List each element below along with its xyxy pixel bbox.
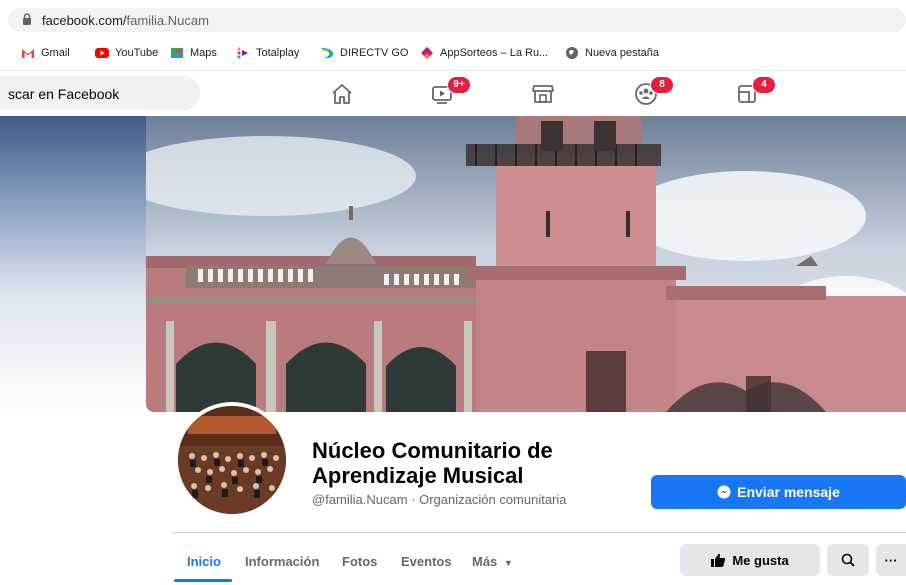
send-message-label: Enviar mensaje <box>737 484 840 500</box>
bookmark-maps[interactable]: Maps <box>170 45 217 61</box>
watch-badge: 9+ <box>447 76 471 94</box>
avatar[interactable] <box>178 406 286 514</box>
home-icon[interactable] <box>330 82 354 106</box>
bookmark-new-tab[interactable]: Nueva pestaña <box>565 45 659 61</box>
avatar-orchestra-image <box>178 406 286 514</box>
profile-divider <box>172 532 906 533</box>
page-subtitle: @familia.Nucam · Organización comunitari… <box>312 492 567 507</box>
url-path: familia.Nucam <box>126 13 209 28</box>
cover-photo[interactable] <box>146 116 906 412</box>
more-options-button[interactable]: ··· <box>876 544 906 576</box>
page-title-line1: Núcleo Comunitario de <box>312 438 553 463</box>
url-host: facebook.com/ <box>42 13 127 28</box>
left-background <box>0 116 146 416</box>
tab-mas[interactable]: Más ▼ <box>472 554 513 569</box>
bookmark-label: Gmail <box>41 47 70 59</box>
directv-icon <box>321 48 333 59</box>
tab-inicio[interactable]: Inicio <box>187 554 221 569</box>
like-label: Me gusta <box>732 552 789 568</box>
youtube-icon <box>95 48 109 58</box>
like-button[interactable]: Me gusta <box>680 544 820 576</box>
totalplay-icon <box>237 47 248 59</box>
page-title-line2: Aprendizaje Musical <box>312 463 524 488</box>
bookmark-gmail[interactable]: Gmail <box>21 45 70 61</box>
bookmark-label: DIRECTV GO <box>340 47 409 59</box>
search-input[interactable]: scar en Facebook <box>8 86 119 102</box>
tab-informacion[interactable]: Información <box>245 554 319 569</box>
bookmark-youtube[interactable]: YouTube <box>95 45 158 61</box>
lock-icon <box>23 13 31 25</box>
tab-fotos[interactable]: Fotos <box>342 554 377 569</box>
thumbs-up-icon <box>711 553 726 567</box>
more-options-label: ··· <box>884 552 898 568</box>
bookmark-label: Maps <box>190 47 217 59</box>
gmail-icon <box>22 49 34 58</box>
bookmark-label: Nueva pestaña <box>585 47 659 59</box>
search-icon <box>841 553 855 567</box>
active-tab-indicator <box>174 579 232 582</box>
messenger-icon <box>717 485 731 499</box>
bookmark-label: Totalplay <box>256 47 300 59</box>
url-text[interactable]: facebook.com/familia.Nucam <box>42 13 209 28</box>
page-title: Núcleo Comunitario de Aprendizaje Musica… <box>312 438 632 488</box>
globe-icon <box>566 47 578 59</box>
bookmark-directv[interactable]: DIRECTV GO <box>320 45 408 61</box>
marketplace-icon[interactable] <box>531 82 555 106</box>
search-page-button[interactable] <box>827 544 869 576</box>
bookmark-label: YouTube <box>115 47 159 59</box>
maps-icon <box>171 48 183 58</box>
cover-photo-image <box>146 116 906 412</box>
tab-mas-label: Más <box>472 554 498 569</box>
tab-eventos[interactable]: Eventos <box>401 554 452 569</box>
appsorteos-icon <box>421 47 433 59</box>
send-message-button[interactable]: Enviar mensaje <box>651 475 906 509</box>
groups-badge: 8 <box>650 76 674 94</box>
caret-down-icon: ▼ <box>503 558 513 568</box>
bookmark-totalplay[interactable]: Totalplay <box>236 45 299 61</box>
gaming-badge: 4 <box>752 76 776 94</box>
bookmark-label: AppSorteos – La Ru... <box>440 47 549 59</box>
bookmark-appsorteos[interactable]: AppSorteos – La Ru... <box>420 45 548 61</box>
